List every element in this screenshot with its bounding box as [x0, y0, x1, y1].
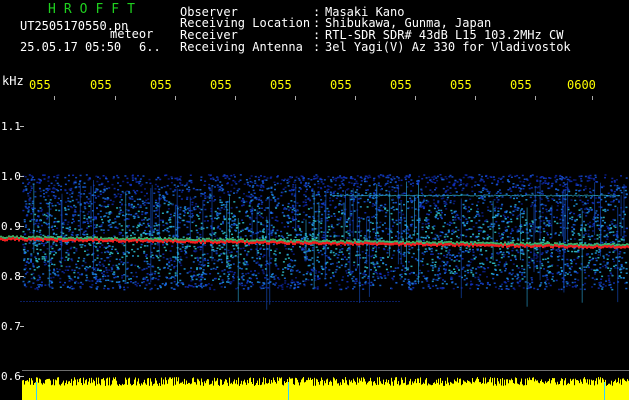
time-tick-label: 0600 [567, 78, 596, 92]
frequency-tick-label: 1.0 [1, 170, 21, 183]
frequency-tick-label: 0.6 [1, 370, 21, 383]
frequency-unit: kHz [2, 74, 24, 88]
time-tick-label: 055 [150, 78, 172, 92]
frequency-tick-mark [20, 276, 24, 277]
mode-label: meteor [110, 27, 154, 41]
frequency-tick-mark [20, 226, 24, 227]
frequency-tick-mark [20, 176, 24, 177]
time-tick-label: 055 [90, 78, 112, 92]
antenna-value: 3el Yagi(V) Az 330 for Vladivostok [325, 40, 571, 54]
time-tick-label: 055 [270, 78, 292, 92]
header-panel: HROFFT UT2505170550.pn meteor 25.05.17 0… [0, 0, 629, 100]
time-tick-label: 055 [450, 78, 472, 92]
spectrogram-canvas [0, 174, 629, 400]
antenna-label: Receiving Antenna [180, 40, 303, 54]
time-tick-label: 055 [29, 78, 51, 92]
frequency-tick-mark [20, 326, 24, 327]
date-time: 25.05.17 05:50 [20, 40, 122, 54]
spectrogram: 1.1 1.0 0.9 0.8 0.7 0.6 [0, 100, 629, 400]
field-separator: : [313, 40, 321, 54]
echo-count: 6.. [139, 40, 161, 54]
frequency-tick-mark [20, 376, 24, 377]
frequency-tick-label: 0.9 [1, 220, 21, 233]
frequency-tick-label: 0.7 [1, 320, 21, 333]
frequency-tick-label: 0.8 [1, 270, 21, 283]
time-tick-label: 055 [510, 78, 532, 92]
time-tick-label: 055 [330, 78, 352, 92]
frequency-tick-mark [20, 126, 24, 127]
app-title: HROFFT [48, 2, 143, 17]
time-tick-label: 055 [390, 78, 412, 92]
time-tick-label: 055 [210, 78, 232, 92]
frequency-tick-label: 1.1 [1, 120, 21, 133]
